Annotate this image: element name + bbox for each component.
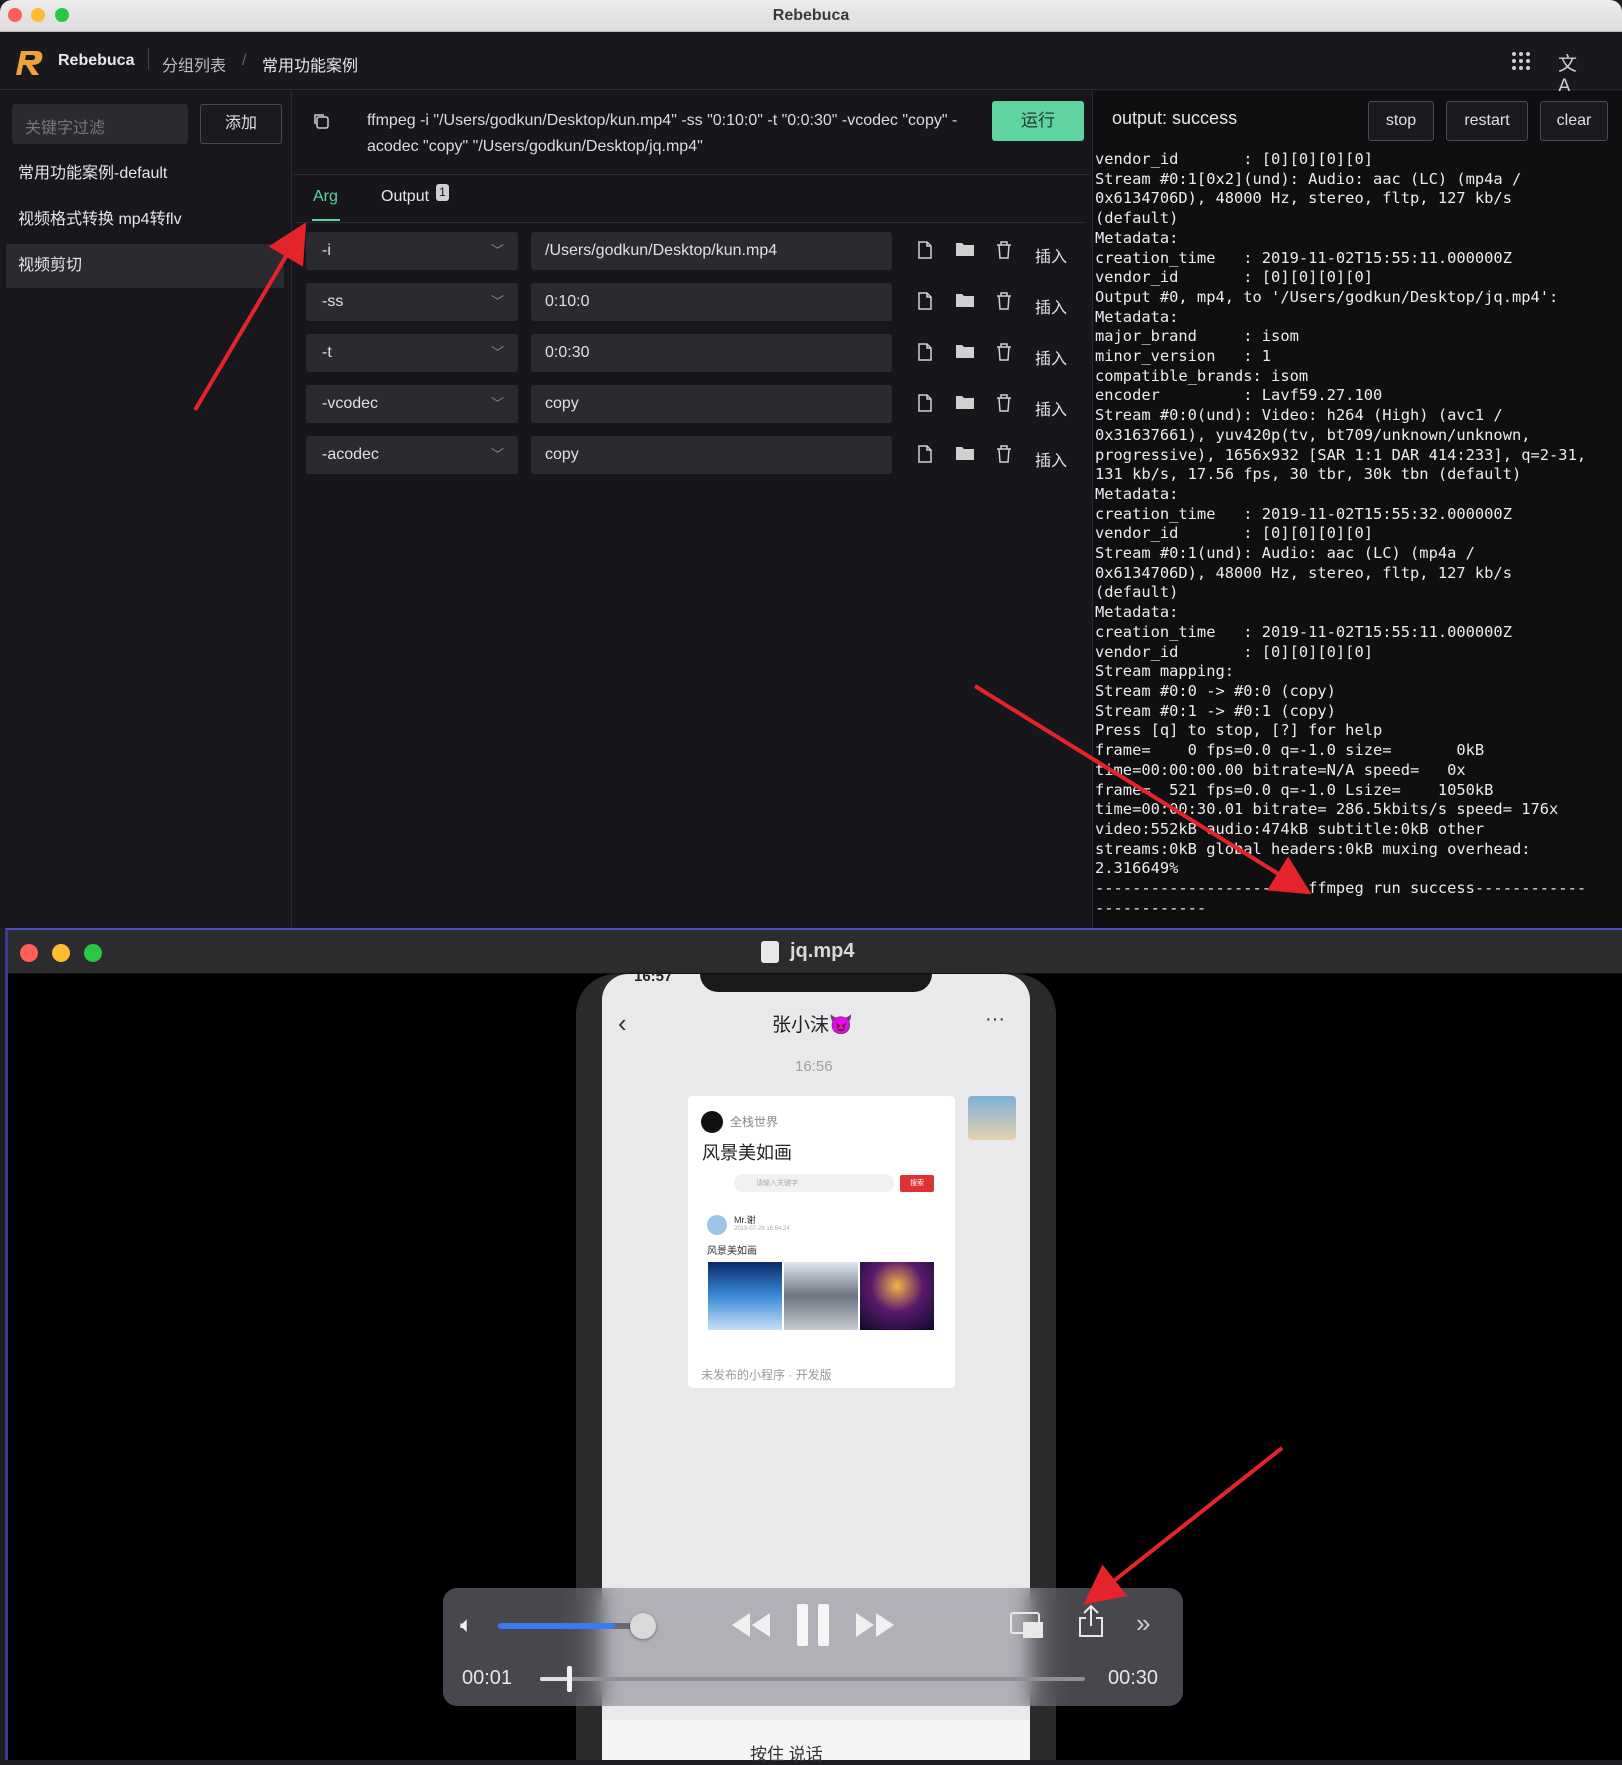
- annotation-arrow: [973, 684, 1312, 895]
- annotation-arrow: [1083, 1446, 1284, 1605]
- annotation-arrows: [193, 222, 1312, 1605]
- annotation-arrow: [193, 222, 307, 412]
